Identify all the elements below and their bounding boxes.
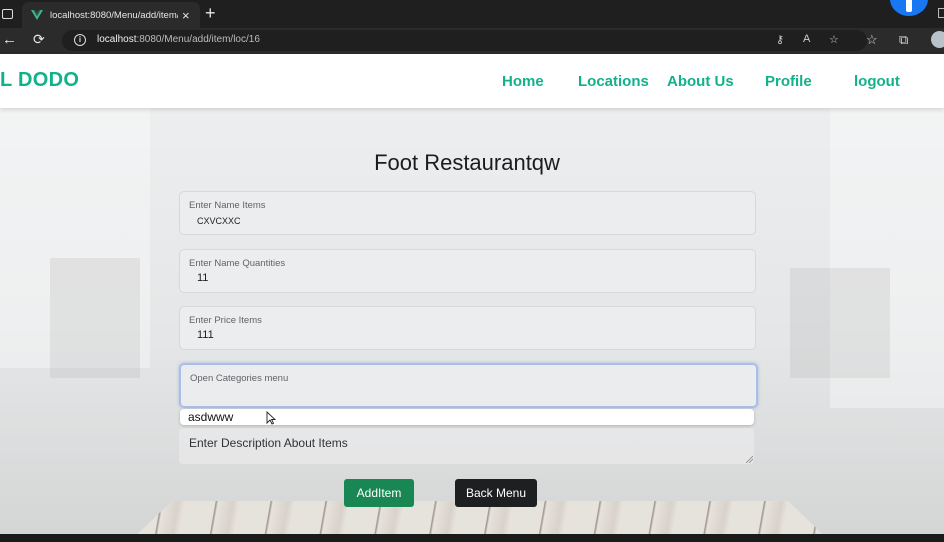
collections-icon[interactable]: ⧉ — [899, 32, 908, 48]
window-restore-icon[interactable] — [938, 8, 944, 18]
vue-logo-icon — [31, 10, 43, 20]
profile-avatar-icon[interactable] — [931, 31, 944, 48]
browser-tab-bar: localhost:8080/Menu/add/item/l × + — [0, 0, 944, 28]
name-items-label: Enter Name Items — [189, 200, 266, 211]
mouse-cursor-icon — [266, 411, 276, 425]
browser-address-bar: ← ⟳ i localhost:8080/Menu/add/item/loc/1… — [0, 28, 944, 54]
nav-link-logout[interactable]: logout — [854, 73, 900, 90]
back-arrow-icon[interactable]: ← — [2, 31, 17, 48]
back-menu-button[interactable]: Back Menu — [455, 479, 537, 507]
price-items-value: 111 — [197, 329, 214, 341]
name-items-value: CXVCXXC — [197, 216, 241, 226]
nav-link-home[interactable]: Home — [502, 73, 544, 90]
resize-grip-icon[interactable] — [745, 455, 753, 463]
nav-link-profile[interactable]: Profile — [765, 73, 812, 90]
reload-icon[interactable]: ⟳ — [33, 31, 45, 48]
background-furniture-left — [50, 258, 140, 378]
window-icon[interactable] — [2, 9, 13, 19]
quantities-field[interactable]: Enter Name Quantities 11 — [179, 249, 756, 293]
category-option-label: asdwww — [188, 410, 234, 424]
quantities-value: 11 — [197, 272, 209, 284]
description-textarea[interactable]: Enter Description About Items — [179, 428, 754, 464]
brand-logo[interactable]: L DODO — [0, 69, 79, 92]
quantities-label: Enter Name Quantities — [189, 258, 286, 269]
price-items-label: Enter Price Items — [189, 315, 262, 326]
page-content: Foot Restaurantqw Enter Name Items CXVCX… — [0, 108, 944, 534]
price-items-field[interactable]: Enter Price Items 111 — [179, 306, 756, 350]
nav-link-about-us[interactable]: About Us — [667, 73, 734, 90]
taskbar-strip — [0, 534, 944, 542]
info-icon[interactable]: i — [74, 34, 86, 46]
name-items-field[interactable]: Enter Name Items CXVCXXC — [179, 191, 756, 235]
favorite-add-icon[interactable]: ☆ — [829, 33, 839, 46]
read-aloud-icon[interactable]: A — [803, 33, 810, 45]
favorites-icon[interactable]: ☆ — [866, 32, 878, 48]
categories-select[interactable]: Open Categories menu — [179, 363, 758, 408]
tab-title: localhost:8080/Menu/add/item/l — [50, 9, 178, 21]
plus-icon[interactable]: + — [205, 3, 216, 23]
browser-tab[interactable]: localhost:8080/Menu/add/item/l × — [22, 2, 200, 28]
background-furniture-right — [790, 268, 890, 378]
description-placeholder: Enter Description About Items — [189, 436, 348, 450]
app-navbar: L DODO Home Locations About Us Profile l… — [0, 54, 944, 108]
page-title: Foot Restaurantqw — [374, 150, 560, 175]
key-icon[interactable]: ⚷ — [776, 33, 784, 46]
url-field[interactable]: i localhost:8080/Menu/add/item/loc/16 ⚷ … — [62, 30, 867, 51]
nav-link-locations[interactable]: Locations — [578, 73, 649, 90]
close-icon[interactable]: × — [182, 9, 190, 22]
facebook-badge-icon[interactable] — [890, 0, 928, 16]
categories-label: Open Categories menu — [190, 373, 289, 384]
url-text: localhost:8080/Menu/add/item/loc/16 — [97, 34, 260, 45]
add-item-button[interactable]: AddItem — [344, 479, 414, 507]
